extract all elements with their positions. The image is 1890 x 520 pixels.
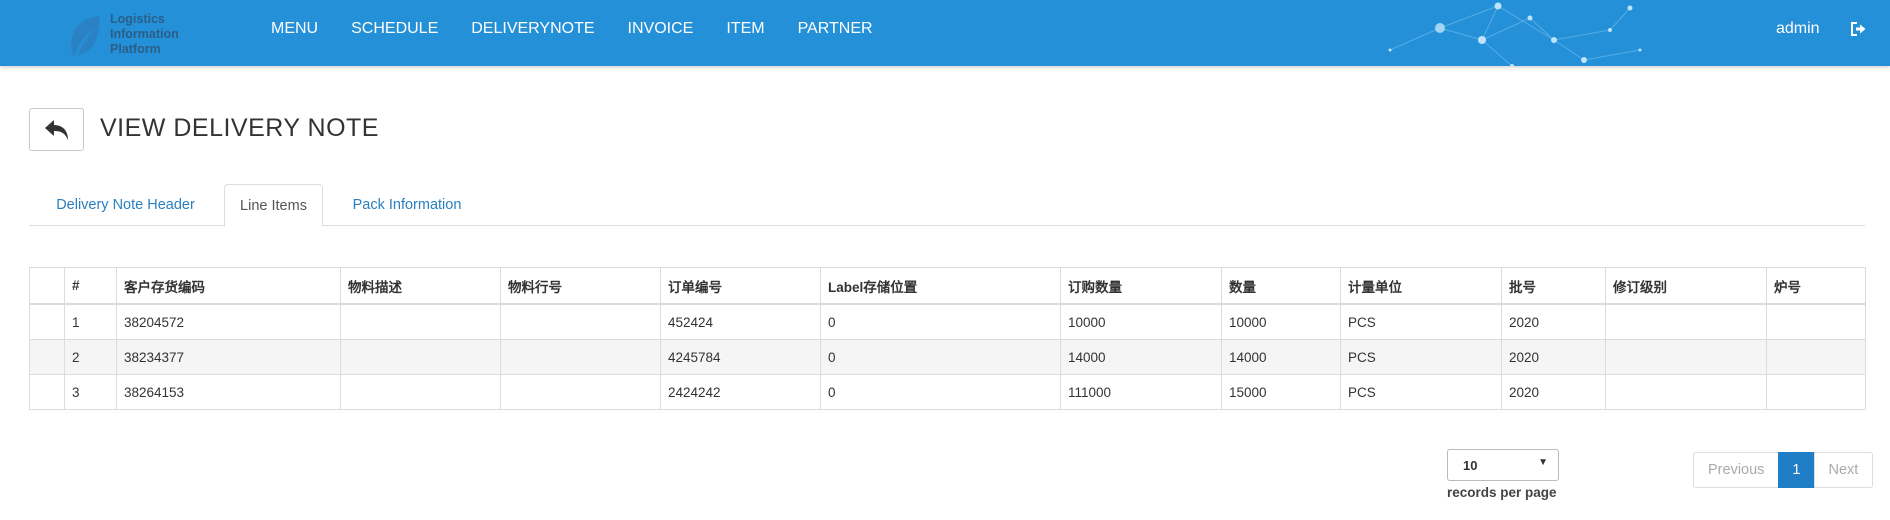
nav-item-item[interactable]: ITEM — [726, 0, 764, 58]
tab-delivery-note-header[interactable]: Delivery Note Header — [29, 184, 222, 226]
logo-line-2: Information — [110, 27, 179, 41]
logo-text: Logistics Information Platform — [110, 12, 220, 57]
table-cell: 0 — [820, 339, 1061, 375]
tab-pack-information[interactable]: Pack Information — [324, 184, 490, 226]
column-header-qty[interactable]: 数量 — [1221, 267, 1341, 305]
column-header-index[interactable]: # — [64, 267, 117, 305]
tab-line-items[interactable]: Line Items — [224, 184, 323, 227]
nav-item-deliverynote[interactable]: DELIVERYNOTE — [471, 0, 594, 58]
table-cell — [500, 303, 661, 340]
table-cell — [1605, 374, 1767, 410]
column-header-order-no[interactable]: 订单编号 — [660, 267, 821, 305]
table-cell: PCS — [1340, 303, 1502, 340]
table-cell — [340, 374, 501, 410]
nav-item-schedule[interactable]: SCHEDULE — [351, 0, 438, 58]
column-header-order-qty[interactable]: 订购数量 — [1060, 267, 1222, 305]
previous-page-button[interactable]: Previous — [1693, 452, 1780, 488]
table-row[interactable]: 1 38204572 452424 0 10000 10000 PCS 2020 — [29, 303, 1866, 340]
table-cell: 4245784 — [660, 339, 821, 375]
table-cell: 10000 — [1221, 303, 1341, 340]
table-cell: 2424242 — [660, 374, 821, 410]
table-row[interactable]: 2 38234377 4245784 0 14000 14000 PCS 202… — [29, 339, 1866, 375]
column-header-uom[interactable]: 计量单位 — [1340, 267, 1502, 305]
pagination: Previous 1 Next — [1693, 452, 1874, 488]
table-cell — [1766, 339, 1866, 375]
table-cell — [1766, 303, 1866, 340]
table-cell — [340, 339, 501, 375]
page-button-current[interactable]: 1 — [1778, 452, 1815, 488]
column-header-material-description[interactable]: 物料描述 — [340, 267, 501, 305]
table-cell — [29, 303, 65, 340]
leaf-logo-icon — [71, 16, 100, 57]
table-cell: 38264153 — [116, 374, 341, 410]
sign-out-icon[interactable] — [1849, 20, 1867, 38]
caret-down-icon: ▼ — [1538, 457, 1548, 468]
table-header-row: # 客户存货编码 物料描述 物料行号 订单编号 Label存储位置 订购数量 数… — [29, 267, 1866, 305]
page-size-select[interactable]: 10 ▼ — [1447, 449, 1559, 481]
table-cell: 452424 — [660, 303, 821, 340]
column-header-revision[interactable]: 修订级别 — [1605, 267, 1767, 305]
nav-item-partner[interactable]: PARTNER — [798, 0, 873, 58]
top-navbar: Logistics Information Platform MENU SCHE… — [0, 0, 1890, 66]
table-cell — [29, 374, 65, 410]
next-page-button[interactable]: Next — [1813, 452, 1874, 488]
table-cell: 38234377 — [116, 339, 341, 375]
table-cell — [29, 339, 65, 375]
table-cell: 1 — [64, 303, 117, 340]
table-row[interactable]: 3 38264153 2424242 0 111000 15000 PCS 20… — [29, 374, 1866, 410]
app-logo[interactable]: Logistics Information Platform — [68, 10, 218, 60]
table-cell — [500, 374, 661, 410]
table-cell — [1766, 374, 1866, 410]
table-cell — [1605, 339, 1767, 375]
table-cell: 111000 — [1060, 374, 1222, 410]
logo-line-1: Logistics — [110, 12, 165, 26]
table-cell: 2 — [64, 339, 117, 375]
page-size-value: 10 — [1463, 458, 1478, 473]
logo-line-3: Platform — [110, 42, 161, 56]
table-cell: 14000 — [1060, 339, 1222, 375]
column-header-label-location[interactable]: Label存储位置 — [820, 267, 1061, 305]
table-cell: 2020 — [1501, 303, 1606, 340]
column-header-material-line-no[interactable]: 物料行号 — [500, 267, 661, 305]
user-name[interactable]: admin — [1776, 0, 1820, 58]
column-header-heat-no[interactable]: 炉号 — [1766, 267, 1866, 305]
table-cell: 0 — [820, 374, 1061, 410]
table-cell: 2020 — [1501, 339, 1606, 375]
page-title: VIEW DELIVERY NOTE — [100, 114, 379, 142]
table-cell — [1605, 303, 1767, 340]
table-cell: 2020 — [1501, 374, 1606, 410]
table-cell — [340, 303, 501, 340]
column-header-customer-item-code[interactable]: 客户存货编码 — [116, 267, 341, 305]
table-cell: 0 — [820, 303, 1061, 340]
table-cell: PCS — [1340, 339, 1502, 375]
nav-item-menu[interactable]: MENU — [271, 0, 318, 58]
table-cell: PCS — [1340, 374, 1502, 410]
records-per-page-label: records per page — [1447, 485, 1557, 500]
table-cell: 15000 — [1221, 374, 1341, 410]
column-header-batch-no[interactable]: 批号 — [1501, 267, 1606, 305]
line-items-table: # 客户存货编码 物料描述 物料行号 订单编号 Label存储位置 订购数量 数… — [29, 267, 1866, 410]
table-cell — [500, 339, 661, 375]
column-header-select — [29, 267, 65, 305]
table-cell: 38204572 — [116, 303, 341, 340]
table-cell: 10000 — [1060, 303, 1222, 340]
main-nav: MENU SCHEDULE DELIVERYNOTE INVOICE ITEM … — [271, 0, 906, 58]
table-cell: 14000 — [1221, 339, 1341, 375]
table-cell: 3 — [64, 374, 117, 410]
back-button[interactable] — [29, 108, 84, 151]
reply-arrow-icon — [45, 120, 68, 140]
nav-item-invoice[interactable]: INVOICE — [628, 0, 694, 58]
